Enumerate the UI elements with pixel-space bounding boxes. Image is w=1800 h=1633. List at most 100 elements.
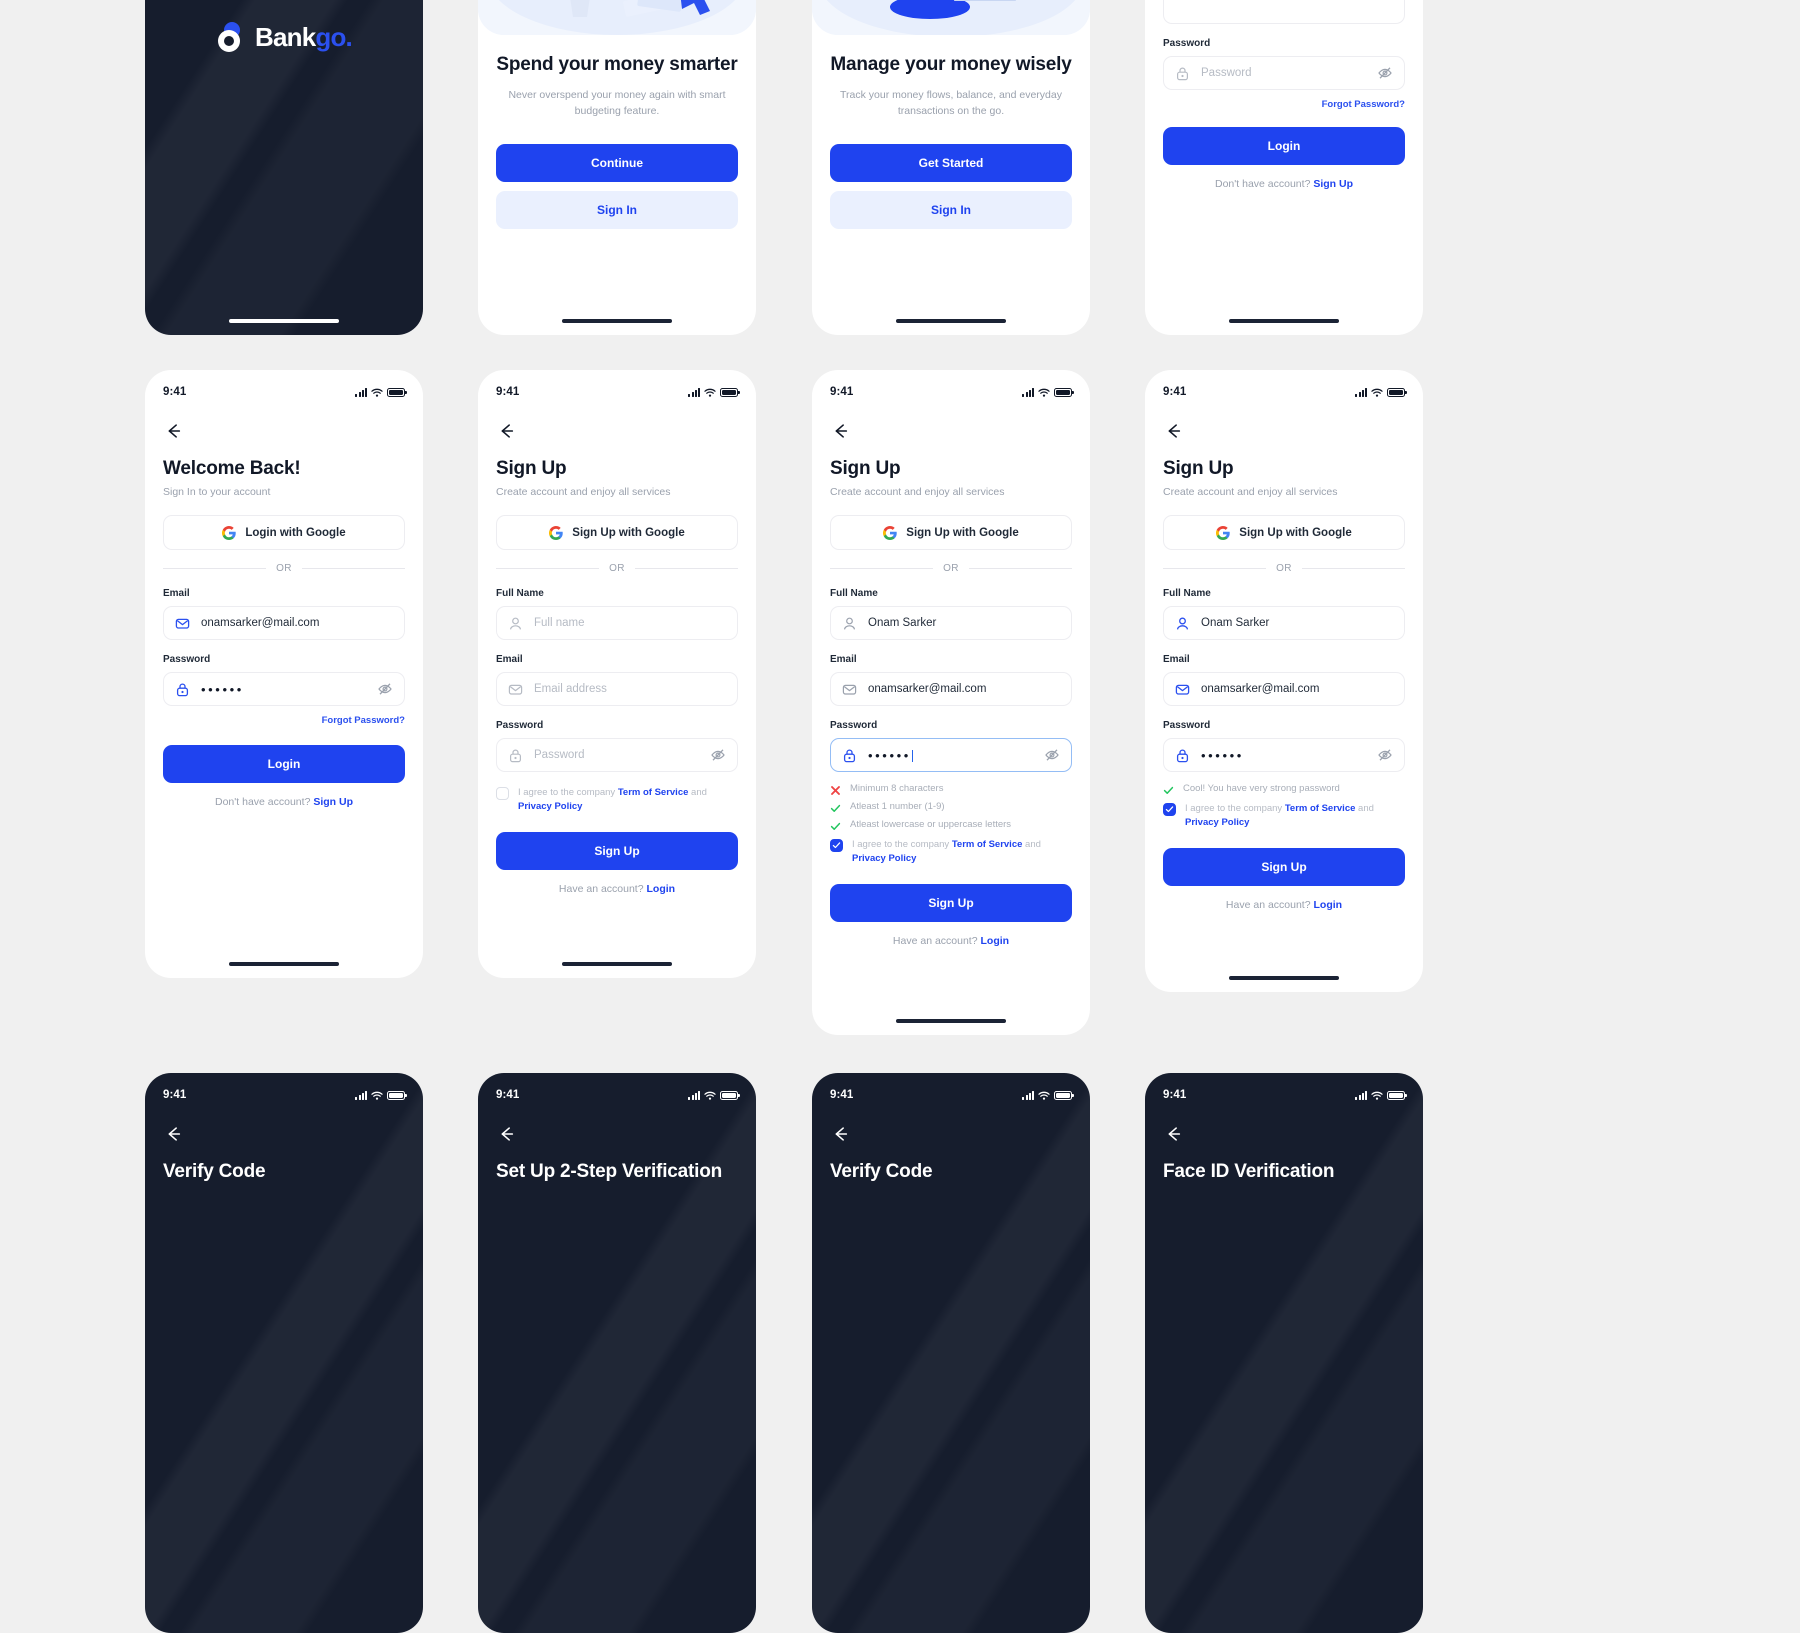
login-link[interactable]: Login (647, 883, 676, 895)
fullname-field[interactable] (496, 606, 738, 640)
login-button[interactable]: Login (163, 745, 405, 783)
check-icon (830, 801, 841, 812)
screen-verify-code-1: 9:41 Verify Code (145, 1073, 423, 1633)
signup-button[interactable]: Sign Up (496, 831, 738, 870)
cross-icon (830, 783, 841, 795)
email-label: Email (830, 654, 857, 665)
login-link[interactable]: Login (1314, 899, 1343, 911)
email-input[interactable] (1201, 683, 1393, 695)
eye-off-icon[interactable] (377, 681, 393, 697)
get-started-button[interactable]: Get Started (830, 144, 1072, 183)
terms-checkbox[interactable] (496, 787, 509, 800)
forgot-password-link-partial[interactable]: Forgot Password? (1163, 99, 1405, 110)
signup-button[interactable]: Sign Up (1163, 847, 1405, 886)
email-field[interactable] (496, 672, 738, 706)
login-link[interactable]: Login (981, 935, 1010, 947)
screen-onboarding-2: Manage your money wisely Track your mone… (812, 0, 1090, 335)
divider-line-right (1301, 568, 1405, 569)
divider-line-right (968, 568, 1072, 569)
back-button[interactable] (496, 418, 522, 444)
back-button[interactable] (1163, 418, 1189, 444)
privacy-policy-link[interactable]: Privacy Policy (852, 853, 916, 864)
password-input[interactable] (534, 749, 699, 761)
terms-row[interactable]: I agree to the company Term of Service a… (496, 786, 738, 815)
eye-off-icon[interactable] (1377, 65, 1393, 81)
back-button[interactable] (1163, 1121, 1189, 1147)
email-field[interactable] (1163, 672, 1405, 706)
page-subtitle: Create account and enjoy all services (496, 486, 671, 498)
fullname-input[interactable] (868, 617, 1060, 629)
password-value: •••••• (201, 681, 244, 697)
terms-row[interactable]: I agree to the company Term of Service a… (1163, 802, 1405, 831)
fullname-field[interactable] (830, 606, 1072, 640)
screen-splash: Bankgo. (145, 0, 423, 335)
password-field[interactable] (496, 738, 738, 772)
password-field-partial[interactable] (1163, 56, 1405, 90)
privacy-policy-link[interactable]: Privacy Policy (1185, 817, 1249, 828)
email-input[interactable] (201, 617, 393, 629)
signup-button-label: Sign Up (1261, 859, 1307, 874)
signal-icon (688, 387, 700, 397)
continue-button[interactable]: Continue (496, 144, 738, 183)
status-icons (1022, 387, 1074, 397)
email-field[interactable] (163, 606, 405, 640)
fullname-input[interactable] (534, 617, 726, 629)
status-bar: 9:41 (1145, 1073, 1423, 1107)
page-subtitle: Create account and enjoy all services (1163, 486, 1338, 498)
eye-off-icon[interactable] (710, 747, 726, 763)
divider-label: OR (1276, 563, 1292, 574)
signin-button-1[interactable]: Sign In (496, 191, 738, 230)
privacy-policy-link[interactable]: Privacy Policy (518, 801, 582, 812)
fullname-input[interactable] (1201, 617, 1393, 629)
onboarding-illustration-2 (812, 0, 1090, 35)
battery-icon (387, 387, 407, 397)
wifi-icon (1038, 1091, 1050, 1100)
signup-link-partial[interactable]: Sign Up (1313, 178, 1353, 190)
logo-mark-icon (216, 20, 246, 54)
fullname-field[interactable] (1163, 606, 1405, 640)
password-label-partial: Password (1163, 38, 1211, 49)
signup-link[interactable]: Sign Up (313, 796, 353, 808)
email-label: Email (1163, 654, 1190, 665)
back-button[interactable] (830, 1121, 856, 1147)
signup-with-google-button[interactable]: Sign Up with Google (496, 515, 738, 550)
terms-checkbox[interactable] (830, 839, 843, 852)
signup-with-google-button[interactable]: Sign Up with Google (830, 515, 1072, 550)
eye-off-icon[interactable] (1377, 747, 1393, 763)
password-field[interactable]: •••••• (830, 738, 1072, 772)
password-field[interactable]: •••••• (163, 672, 405, 706)
terms-checkbox[interactable] (1163, 803, 1176, 816)
signin-button-2[interactable]: Sign In (830, 191, 1072, 230)
page-title: Set Up 2-Step Verification (496, 1161, 723, 1182)
password-field[interactable]: •••••• (1163, 738, 1405, 772)
page-title: Sign Up (830, 458, 901, 479)
back-button[interactable] (163, 1121, 189, 1147)
divider-label: OR (609, 563, 625, 574)
term-of-service-link[interactable]: Term of Service (952, 839, 1023, 850)
term-of-service-link[interactable]: Term of Service (1285, 803, 1356, 814)
email-input-partial[interactable] (1201, 1, 1393, 13)
email-input[interactable] (868, 683, 1060, 695)
status-bar: 9:41 (478, 370, 756, 404)
email-field[interactable] (830, 672, 1072, 706)
page-title: Verify Code (830, 1161, 933, 1182)
password-strength-row: Cool! You have very strong password (1163, 783, 1405, 794)
email-input[interactable] (534, 683, 726, 695)
back-button[interactable] (163, 418, 189, 444)
screen-login-partial: Password Forgot Password? Login Don't ha… (1145, 0, 1423, 335)
forgot-password-link[interactable]: Forgot Password? (163, 715, 405, 726)
signup-with-google-button[interactable]: Sign Up with Google (1163, 515, 1405, 550)
login-button-partial[interactable]: Login (1163, 127, 1405, 165)
back-button[interactable] (496, 1121, 522, 1147)
eye-off-icon[interactable] (1044, 747, 1060, 763)
password-input-partial[interactable] (1201, 67, 1366, 79)
login-footnote: Have an account? Login (496, 883, 738, 895)
page-title: Verify Code (163, 1161, 266, 1182)
email-field-partial[interactable] (1163, 0, 1405, 24)
terms-row[interactable]: I agree to the company Term of Service a… (830, 838, 1072, 867)
term-of-service-link[interactable]: Term of Service (618, 787, 689, 798)
signup-button[interactable]: Sign Up (830, 883, 1072, 922)
status-time: 9:41 (1163, 1089, 1187, 1101)
login-with-google-button[interactable]: Login with Google (163, 515, 405, 550)
back-button[interactable] (830, 418, 856, 444)
